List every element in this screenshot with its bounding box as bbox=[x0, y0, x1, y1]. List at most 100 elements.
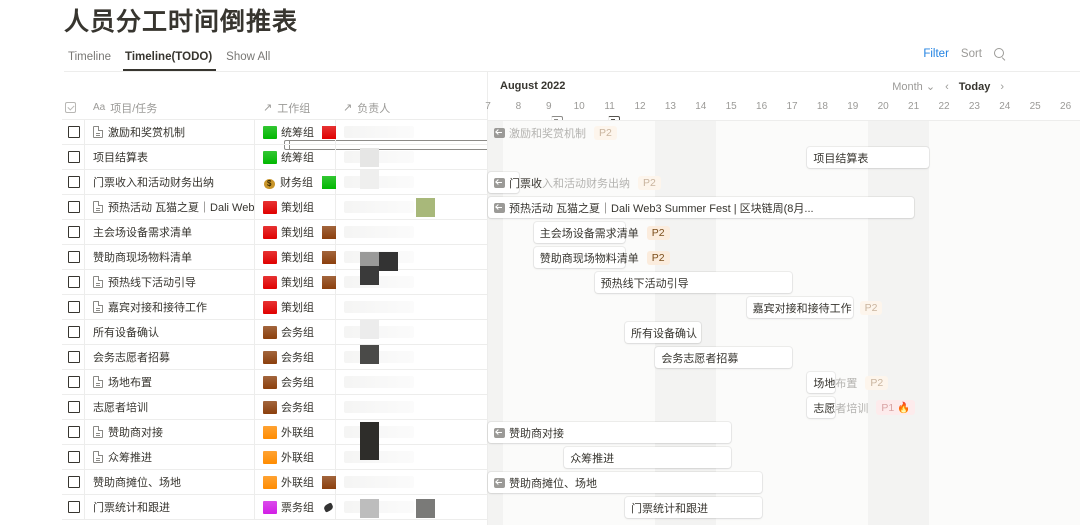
person-cell[interactable] bbox=[322, 245, 485, 271]
timeline-bar[interactable]: 项目结算表 bbox=[807, 147, 929, 168]
person-cell[interactable] bbox=[335, 395, 485, 419]
arrow-left-icon[interactable] bbox=[494, 127, 505, 138]
task-name-cell[interactable]: 场地布置 bbox=[85, 370, 255, 394]
person-cell[interactable] bbox=[322, 120, 485, 144]
group-cell[interactable]: 会务组 bbox=[255, 320, 335, 344]
table-row[interactable]: 赞助商对接 外联组 bbox=[62, 420, 487, 445]
group-cell[interactable]: 策划组 bbox=[255, 295, 335, 319]
person-cell[interactable] bbox=[335, 320, 485, 344]
today-button[interactable]: Today bbox=[959, 81, 991, 93]
filter-button[interactable]: Filter bbox=[923, 48, 949, 60]
task-name-cell[interactable]: 项目结算表 bbox=[85, 145, 255, 169]
task-checkbox[interactable] bbox=[68, 201, 80, 213]
timeline-bar[interactable]: 预热线下活动引导 bbox=[594, 272, 793, 293]
task-name-cell[interactable]: 预热活动 瓦猫之夏｜Dali Web bbox=[85, 195, 255, 219]
table-row[interactable]: 预热线下活动引导 策划组 bbox=[62, 266, 487, 295]
task-checkbox[interactable] bbox=[68, 176, 80, 188]
arrow-left-icon[interactable] bbox=[494, 427, 505, 438]
timeline-bar[interactable]: 赞助商对接 bbox=[488, 422, 732, 443]
task-checkbox[interactable] bbox=[68, 226, 80, 238]
table-row[interactable]: 门票收入和活动财务出纳 财务组 bbox=[62, 170, 487, 195]
person-cell[interactable] bbox=[335, 441, 485, 469]
task-name-cell[interactable]: 赞助商现场物料清单 bbox=[85, 245, 255, 269]
table-row[interactable]: 预热活动 瓦猫之夏｜Dali Web 策划组 bbox=[62, 195, 487, 220]
table-row[interactable]: 会务志愿者招募 会务组 bbox=[62, 345, 487, 370]
table-row[interactable]: 项目结算表 统筹组 bbox=[62, 145, 487, 170]
group-cell[interactable]: 会务组 bbox=[255, 370, 335, 394]
group-cell[interactable]: 会务组 bbox=[255, 395, 335, 419]
task-checkbox[interactable] bbox=[68, 276, 80, 288]
group-cell[interactable]: 会务组 bbox=[255, 345, 335, 369]
task-name-cell[interactable]: 众筹推进 bbox=[85, 445, 255, 469]
person-cell[interactable] bbox=[322, 470, 485, 494]
table-row[interactable]: 激励和奖赏机制 统筹组 bbox=[62, 120, 487, 145]
person-cell[interactable] bbox=[335, 295, 485, 319]
timeline-bar[interactable]: 嘉宾对接和接待工作 P2 bbox=[746, 297, 883, 318]
tab-timeline-todo[interactable]: Timeline(TODO) bbox=[121, 44, 621, 126]
task-checkbox[interactable] bbox=[68, 351, 80, 363]
group-cell[interactable]: 外联组 bbox=[255, 420, 335, 444]
task-checkbox[interactable] bbox=[68, 126, 80, 138]
timeline-bar[interactable]: 场地 布置 P2 bbox=[807, 372, 889, 393]
table-row[interactable]: 志愿者培训 会务组 bbox=[62, 395, 487, 420]
timeline-bar[interactable]: 会务志愿者招募 bbox=[655, 347, 793, 368]
task-checkbox[interactable] bbox=[68, 376, 80, 388]
task-checkbox[interactable] bbox=[68, 251, 80, 263]
task-name-cell[interactable]: 门票收入和活动财务出纳 bbox=[85, 170, 255, 194]
timeline-bar[interactable]: 志愿 者培训 P1 🔥 bbox=[807, 397, 916, 418]
person-cell[interactable] bbox=[322, 266, 485, 294]
timeline-bar[interactable]: 激励和奖赏机制 P2 bbox=[488, 122, 617, 143]
arrow-left-icon[interactable] bbox=[494, 477, 505, 488]
header-group-column[interactable]: ↗ 工作组 bbox=[255, 96, 335, 119]
timeline-bar[interactable]: 赞助商现场物料清单 P2 bbox=[533, 247, 670, 268]
person-cell[interactable] bbox=[335, 495, 485, 519]
timeline-bar[interactable]: 众筹推进 bbox=[564, 447, 732, 468]
task-name-cell[interactable]: 所有设备确认 bbox=[85, 320, 255, 344]
task-checkbox[interactable] bbox=[68, 301, 80, 313]
person-cell[interactable] bbox=[335, 145, 485, 169]
sort-button[interactable]: Sort bbox=[961, 48, 982, 60]
task-name-cell[interactable]: 志愿者培训 bbox=[85, 395, 255, 419]
group-cell[interactable]: 外联组 bbox=[255, 445, 335, 469]
task-name-cell[interactable]: 会务志愿者招募 bbox=[85, 345, 255, 369]
task-name-cell[interactable]: 嘉宾对接和接待工作 bbox=[85, 295, 255, 319]
task-checkbox[interactable] bbox=[68, 401, 80, 413]
timeline-bar[interactable]: 所有设备确认 bbox=[625, 322, 701, 343]
task-name-cell[interactable]: 赞助商对接 bbox=[85, 420, 255, 444]
table-row[interactable]: 场地布置 会务组 bbox=[62, 370, 487, 395]
task-checkbox[interactable] bbox=[68, 476, 80, 488]
task-checkbox[interactable] bbox=[68, 426, 80, 438]
task-name-cell[interactable]: 预热线下活动引导 bbox=[85, 270, 255, 294]
timeline-bar[interactable]: 门票收 入和活动财务出纳 P2 bbox=[488, 172, 661, 193]
group-cell[interactable]: 策划组 bbox=[255, 195, 335, 219]
view-scale-dropdown[interactable]: Month ⌄ bbox=[892, 80, 935, 93]
prev-button[interactable]: ‹ bbox=[945, 81, 949, 93]
person-cell[interactable] bbox=[335, 370, 485, 394]
arrow-left-icon[interactable] bbox=[494, 202, 505, 213]
table-row[interactable]: 所有设备确认 会务组 bbox=[62, 320, 487, 345]
person-cell[interactable] bbox=[335, 195, 485, 219]
task-name-cell[interactable]: 激励和奖赏机制 bbox=[85, 120, 255, 144]
person-cell[interactable] bbox=[335, 345, 485, 369]
timeline-bar[interactable]: 门票统计和跟进 bbox=[625, 497, 762, 518]
person-cell[interactable] bbox=[335, 420, 485, 444]
header-person-column[interactable]: ↗ 负责人 bbox=[335, 96, 485, 119]
table-row[interactable]: 赞助商摊位、场地 外联组 bbox=[62, 470, 487, 495]
task-checkbox[interactable] bbox=[68, 151, 80, 163]
tab-timeline[interactable]: Timeline bbox=[64, 44, 563, 126]
arrow-left-icon[interactable] bbox=[494, 177, 505, 188]
table-row[interactable]: 众筹推进 外联组 bbox=[62, 441, 487, 470]
table-row[interactable]: 门票统计和跟进 票务组 bbox=[62, 495, 487, 520]
table-row[interactable]: 主会场设备需求清单 策划组 bbox=[62, 220, 487, 245]
search-icon[interactable] bbox=[994, 48, 1006, 60]
table-row[interactable]: 赞助商现场物料清单 策划组 bbox=[62, 245, 487, 271]
task-checkbox[interactable] bbox=[68, 451, 80, 463]
task-checkbox[interactable] bbox=[68, 501, 80, 513]
timeline-bar[interactable]: 赞助商摊位、场地 bbox=[488, 472, 762, 493]
person-cell[interactable] bbox=[322, 170, 485, 194]
timeline-bar[interactable]: 预热活动 瓦猫之夏｜Dali Web3 Summer Fest | 区块链周(8… bbox=[488, 197, 914, 218]
person-cell[interactable] bbox=[322, 220, 485, 244]
group-cell[interactable]: 统筹组 bbox=[255, 145, 335, 169]
task-name-cell[interactable]: 主会场设备需求清单 bbox=[85, 220, 255, 244]
header-name-column[interactable]: Aa 项目/任务 bbox=[85, 96, 255, 119]
